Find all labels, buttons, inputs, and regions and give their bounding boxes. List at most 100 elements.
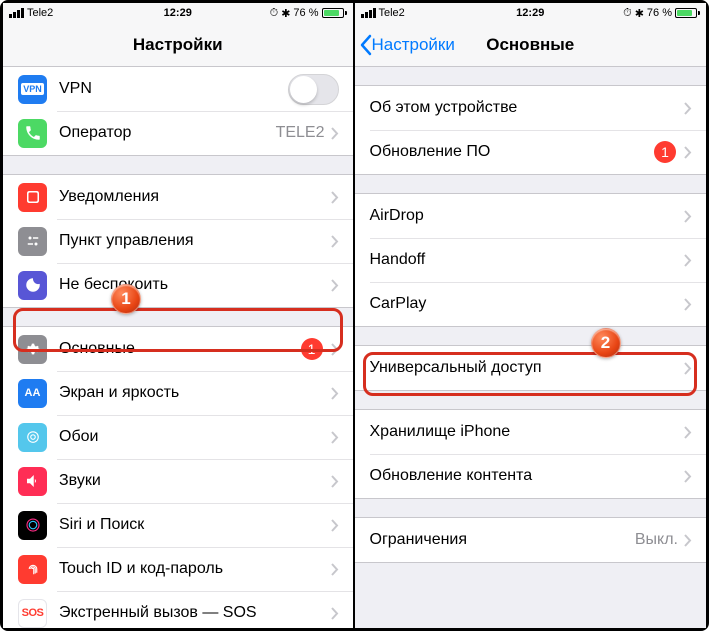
row-label: Обновление ПО <box>370 143 655 161</box>
chevron-right-icon <box>684 534 692 547</box>
row-label: Touch ID и код-пароль <box>59 560 331 578</box>
siri-icon <box>18 511 47 540</box>
row-label: Пункт управления <box>59 232 331 250</box>
row-vpn[interactable]: VPN VPN <box>3 67 353 111</box>
row-storage[interactable]: Хранилище iPhone <box>355 410 707 454</box>
bluetooth-icon: ✱ <box>635 7 644 20</box>
row-sounds[interactable]: Звуки <box>3 459 353 503</box>
bluetooth-icon: ✱ <box>281 7 290 20</box>
row-sos[interactable]: SOS Экстренный вызов — SOS <box>3 591 353 628</box>
row-label: Экстренный вызов — SOS <box>59 604 331 622</box>
row-label: VPN <box>59 80 288 98</box>
row-label: Экран и яркость <box>59 384 331 402</box>
row-label: Оператор <box>59 124 276 142</box>
row-label: Звуки <box>59 472 331 490</box>
chevron-right-icon <box>331 431 339 444</box>
row-label: Обновление контента <box>370 467 685 485</box>
chevron-right-icon <box>331 387 339 400</box>
vpn-icon: VPN <box>18 75 47 104</box>
battery-pct: 76 % <box>293 7 318 19</box>
wallpaper-icon <box>18 423 47 452</box>
row-label: CarPlay <box>370 295 685 313</box>
page-title: Основные <box>486 35 574 55</box>
row-siri[interactable]: Siri и Поиск <box>3 503 353 547</box>
battery-icon <box>322 8 347 18</box>
chevron-right-icon <box>684 470 692 483</box>
row-notifications[interactable]: Уведомления <box>3 175 353 219</box>
vpn-toggle[interactable] <box>288 74 339 105</box>
row-accessibility[interactable]: Универсальный доступ <box>355 346 707 390</box>
screen-general: Tele2 12:29 ⏱ ✱ 76 % Настройки Основные … <box>355 3 707 628</box>
nav-bar: Настройки Основные <box>355 23 707 67</box>
row-airdrop[interactable]: AirDrop <box>355 194 707 238</box>
chevron-right-icon <box>331 127 339 140</box>
speaker-icon <box>18 467 47 496</box>
chevron-left-icon <box>359 34 372 56</box>
back-button[interactable]: Настройки <box>355 34 455 56</box>
row-touchid[interactable]: Touch ID и код-пароль <box>3 547 353 591</box>
row-label: Не беспокоить <box>59 276 331 294</box>
row-label: Handoff <box>370 251 685 269</box>
row-label: Уведомления <box>59 188 331 206</box>
battery-pct: 76 % <box>647 7 672 19</box>
row-label: Хранилище iPhone <box>370 423 685 441</box>
signal-icon <box>9 8 24 18</box>
phone-icon <box>18 119 47 148</box>
badge: 1 <box>301 338 323 360</box>
row-label: Обои <box>59 428 331 446</box>
chevron-right-icon <box>684 298 692 311</box>
battery-icon <box>675 8 700 18</box>
status-bar: Tele2 12:29 ⏱ ✱ 76 % <box>3 3 353 23</box>
carrier-detail: TELE2 <box>276 124 325 142</box>
general-list[interactable]: Об этом устройстве Обновление ПО 1 AirDr… <box>355 67 707 628</box>
moon-icon <box>18 271 47 300</box>
row-control-center[interactable]: Пункт управления <box>3 219 353 263</box>
clock: 12:29 <box>516 7 544 19</box>
chevron-right-icon <box>331 235 339 248</box>
chevron-right-icon <box>684 146 692 159</box>
chevron-right-icon <box>331 279 339 292</box>
chevron-right-icon <box>331 475 339 488</box>
chevron-right-icon <box>331 343 339 356</box>
settings-list[interactable]: VPN VPN Оператор TELE2 Уведомления Пункт… <box>3 67 353 628</box>
row-wallpaper[interactable]: Обои <box>3 415 353 459</box>
row-software-update[interactable]: Обновление ПО 1 <box>355 130 707 174</box>
row-label: Универсальный доступ <box>370 359 685 377</box>
row-handoff[interactable]: Handoff <box>355 238 707 282</box>
row-dnd[interactable]: Не беспокоить <box>3 263 353 307</box>
clock: 12:29 <box>164 7 192 19</box>
chevron-right-icon <box>331 519 339 532</box>
carrier-label: Tele2 <box>379 7 405 19</box>
row-background-refresh[interactable]: Обновление контента <box>355 454 707 498</box>
badge: 1 <box>654 141 676 163</box>
display-icon: AA <box>18 379 47 408</box>
row-display[interactable]: AA Экран и яркость <box>3 371 353 415</box>
row-general[interactable]: Основные 1 <box>3 327 353 371</box>
back-label: Настройки <box>372 35 455 55</box>
nav-bar: Настройки <box>3 23 353 67</box>
restrictions-detail: Выкл. <box>635 531 678 549</box>
chevron-right-icon <box>331 563 339 576</box>
row-carplay[interactable]: CarPlay <box>355 282 707 326</box>
chevron-right-icon <box>684 102 692 115</box>
chevron-right-icon <box>684 254 692 267</box>
gear-icon <box>18 335 47 364</box>
row-label: Основные <box>59 340 301 358</box>
page-title: Настройки <box>133 35 223 55</box>
chevron-right-icon <box>331 607 339 620</box>
carrier-label: Tele2 <box>27 7 53 19</box>
row-carrier[interactable]: Оператор TELE2 <box>3 111 353 155</box>
notifications-icon <box>18 183 47 212</box>
row-label: Об этом устройстве <box>370 99 685 117</box>
sos-icon: SOS <box>18 599 47 628</box>
row-about[interactable]: Об этом устройстве <box>355 86 707 130</box>
signal-icon <box>361 8 376 18</box>
status-bar: Tele2 12:29 ⏱ ✱ 76 % <box>355 3 707 23</box>
row-label: AirDrop <box>370 207 685 225</box>
chevron-right-icon <box>684 210 692 223</box>
chevron-right-icon <box>331 191 339 204</box>
row-label: Ограничения <box>370 531 635 549</box>
chevron-right-icon <box>684 426 692 439</box>
row-restrictions[interactable]: Ограничения Выкл. <box>355 518 707 562</box>
alarm-icon: ⏱ <box>623 7 632 20</box>
